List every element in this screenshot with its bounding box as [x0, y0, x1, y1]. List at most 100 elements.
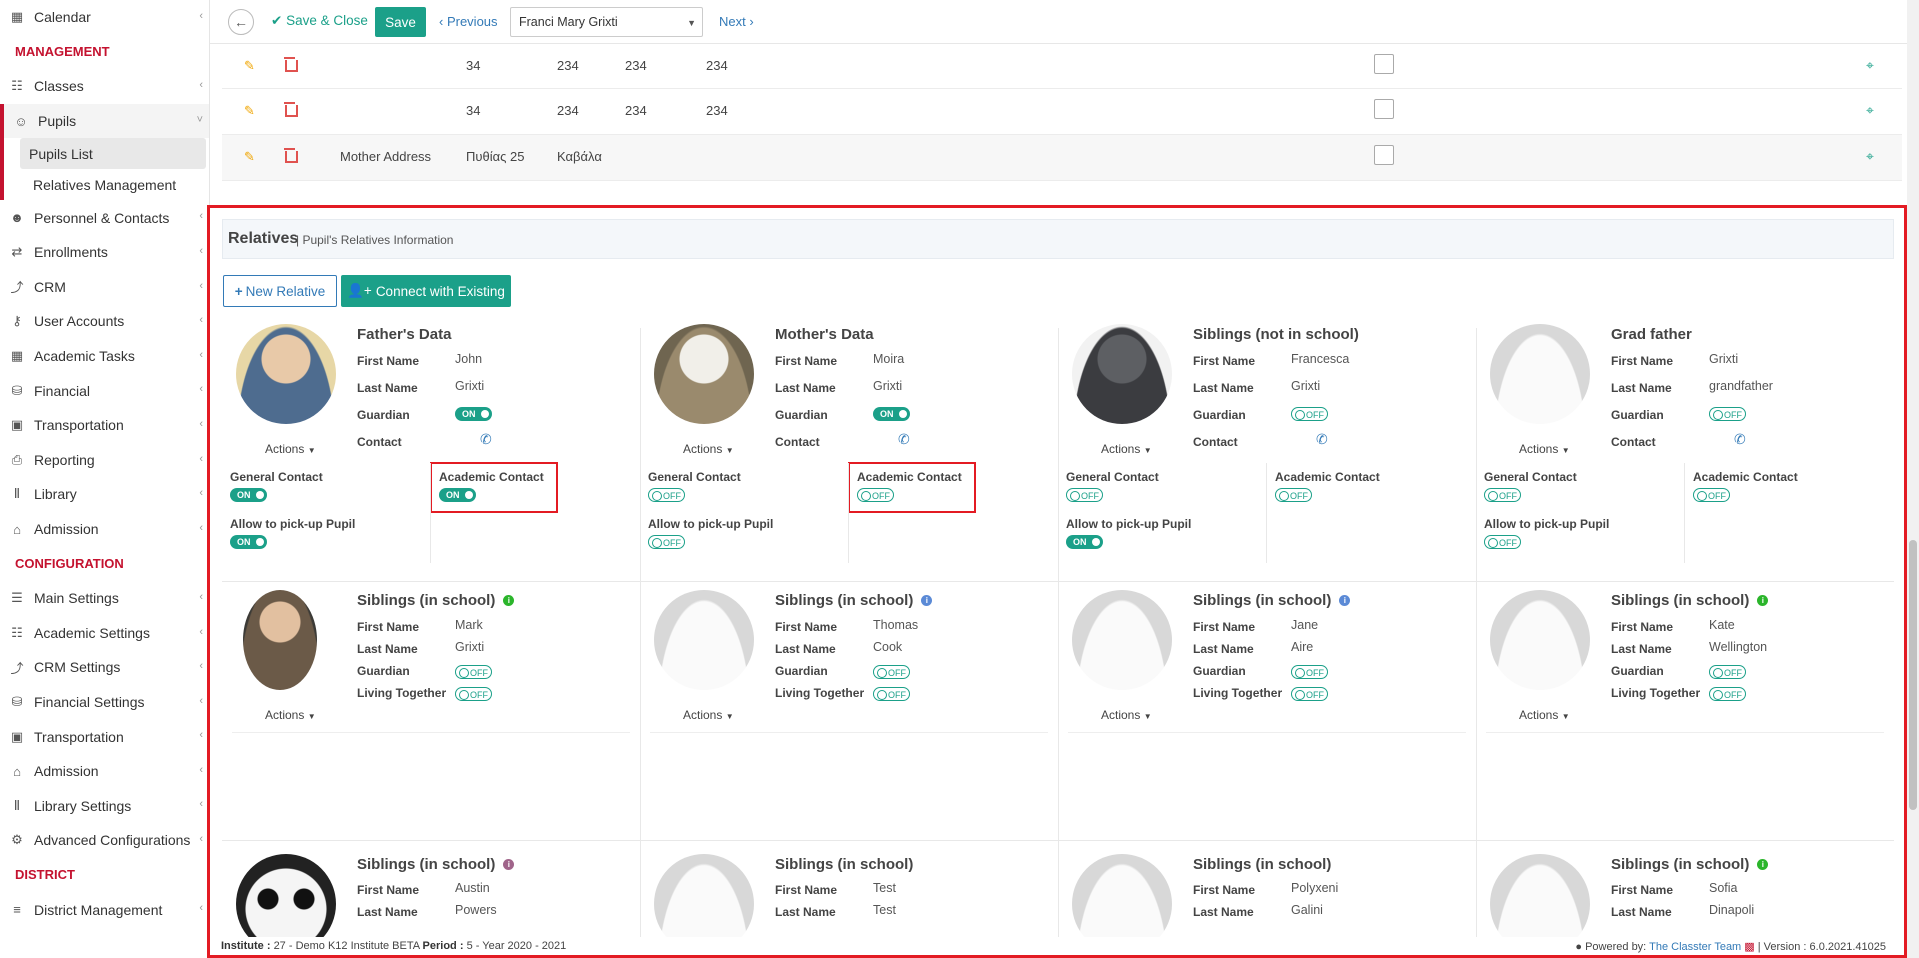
- guardian-toggle[interactable]: OFF: [1709, 407, 1746, 421]
- trash-icon[interactable]: [284, 57, 298, 72]
- vertical-scrollbar[interactable]: [1907, 0, 1919, 958]
- sidebar-item[interactable]: Ⅱ Library ‹: [0, 477, 209, 512]
- phone-icon[interactable]: ✆: [898, 431, 910, 448]
- scrollbar-thumb[interactable]: [1909, 540, 1917, 810]
- sidebar-item[interactable]: Ⅱ Library Settings ‹: [0, 788, 209, 823]
- sidebar-item[interactable]: ⌂ Admission ‹: [0, 512, 209, 547]
- guardian-toggle[interactable]: OFF: [1709, 665, 1746, 679]
- general-contact-toggle[interactable]: OFF: [1066, 488, 1103, 502]
- guardian-toggle[interactable]: OFF: [455, 665, 492, 679]
- general-contact-toggle[interactable]: OFF: [1484, 488, 1521, 502]
- actions-dropdown[interactable]: Actions ▼: [683, 442, 734, 456]
- sidebar-item-label: CRM: [34, 278, 66, 295]
- trash-icon[interactable]: [284, 148, 298, 163]
- sidebar-item[interactable]: ☻ Personnel & Contacts ‹: [0, 200, 209, 235]
- sidebar-item[interactable]: ⚙ Advanced Configurations ‹: [0, 823, 209, 858]
- general-contact-toggle[interactable]: ON: [230, 488, 267, 502]
- sidebar-item[interactable]: ⎙ Reporting ‹: [0, 443, 209, 478]
- sidebar-item[interactable]: ▣ Transportation ‹: [0, 408, 209, 443]
- swap-icon: ⇄: [11, 244, 23, 260]
- next-button[interactable]: Next ›: [719, 14, 754, 29]
- actions-dropdown[interactable]: Actions ▼: [683, 708, 734, 722]
- allow-pickup-toggle[interactable]: OFF: [1484, 535, 1521, 549]
- pencil-icon[interactable]: ✎: [244, 149, 255, 165]
- allow-pickup-toggle[interactable]: OFF: [648, 535, 685, 549]
- address-checkbox[interactable]: [1374, 145, 1394, 165]
- living-together-toggle[interactable]: OFF: [1709, 687, 1746, 701]
- avatar: [1072, 590, 1172, 690]
- sidebar-item[interactable]: ⤴ CRM Settings ‹: [0, 650, 209, 685]
- address-checkbox[interactable]: [1374, 99, 1394, 119]
- map-pin-icon[interactable]: ⌖: [1866, 148, 1882, 164]
- relatives-subtitle: | Pupil's Relatives Information: [296, 233, 454, 247]
- pencil-icon[interactable]: ✎: [244, 103, 255, 119]
- field-label: Last Name: [775, 642, 836, 656]
- general-contact-label: General Contact: [1484, 470, 1577, 484]
- save-close-button[interactable]: ✔ Save & Close: [271, 13, 368, 29]
- guardian-toggle[interactable]: ON: [455, 407, 492, 421]
- actions-dropdown[interactable]: Actions ▼: [1101, 442, 1152, 456]
- allow-pickup-toggle[interactable]: ON: [230, 535, 267, 549]
- field-value: Polyxeni: [1291, 881, 1339, 895]
- sidebar-item[interactable]: ⤴ CRM ‹: [0, 270, 209, 305]
- relative-card: Actions ▼ Mother's Data First Name Moira Las…: [640, 318, 1058, 566]
- actions-dropdown[interactable]: Actions ▼: [1519, 708, 1570, 722]
- field-value: Test: [873, 881, 896, 895]
- guardian-toggle[interactable]: OFF: [1291, 665, 1328, 679]
- living-together-toggle[interactable]: OFF: [873, 687, 910, 701]
- allow-pickup-label: Allow to pick-up Pupil: [648, 517, 774, 531]
- sidebar-subitem[interactable]: Relatives Management: [0, 169, 209, 201]
- new-relative-button[interactable]: + New Relative: [223, 275, 337, 307]
- phone-icon[interactable]: ✆: [480, 431, 492, 448]
- actions-dropdown[interactable]: Actions ▼: [265, 708, 316, 722]
- sidebar-item[interactable]: ⌂ Admission ‹: [0, 754, 209, 789]
- back-button[interactable]: ←: [228, 9, 254, 35]
- relative-card: Actions ▼ Siblings (not in school) First N…: [1058, 318, 1476, 566]
- sidebar-item[interactable]: ▦ Calendar ‹: [0, 0, 209, 35]
- field-label: Last Name: [1193, 905, 1254, 919]
- phone-icon[interactable]: ✆: [1316, 431, 1328, 448]
- chevron-left-icon: ‹: [199, 210, 203, 223]
- general-contact-toggle[interactable]: OFF: [648, 488, 685, 502]
- save-button[interactable]: Save: [375, 7, 426, 37]
- sidebar-item-label: Personnel & Contacts: [34, 209, 170, 226]
- sidebar-item[interactable]: ⇄ Enrollments ‹: [0, 235, 209, 270]
- trash-icon[interactable]: [284, 102, 298, 117]
- guardian-toggle[interactable]: ON: [873, 407, 910, 421]
- connect-existing-button[interactable]: 👤+ Connect with Existing: [341, 275, 511, 307]
- address-checkbox[interactable]: [1374, 54, 1394, 74]
- actions-dropdown[interactable]: Actions ▼: [265, 442, 316, 456]
- guardian-toggle[interactable]: OFF: [1291, 407, 1328, 421]
- field-value: Cook: [873, 640, 903, 654]
- sidebar-item[interactable]: ⛁ Financial ‹: [0, 373, 209, 408]
- living-together-toggle[interactable]: OFF: [1291, 687, 1328, 701]
- sidebar-item[interactable]: ☰ Main Settings ‹: [0, 581, 209, 616]
- sidebar-item[interactable]: ☷ Academic Settings ‹: [0, 616, 209, 651]
- classter-team-link[interactable]: The Classter Team: [1649, 941, 1741, 953]
- sidebar-subitem[interactable]: Pupils List: [0, 138, 206, 170]
- academic-contact-toggle[interactable]: OFF: [1693, 488, 1730, 502]
- living-together-toggle[interactable]: OFF: [455, 687, 492, 701]
- general-contact-label: General Contact: [1066, 470, 1159, 484]
- academic-contact-toggle[interactable]: OFF: [1275, 488, 1312, 502]
- field-label: Contact: [1193, 435, 1238, 449]
- pencil-icon[interactable]: ✎: [244, 58, 255, 74]
- actions-dropdown[interactable]: Actions ▼: [1101, 708, 1152, 722]
- sidebar-item[interactable]: ≡ District Management ‹: [0, 892, 209, 927]
- chevron-left-icon: ‹: [199, 417, 203, 430]
- pupil-select[interactable]: Franci Mary Grixti ▼: [510, 7, 703, 37]
- phone-icon[interactable]: ✆: [1734, 431, 1746, 448]
- sidebar-item[interactable]: ☺ Pupils ˅: [0, 103, 209, 139]
- previous-button[interactable]: ‹ Previous: [439, 14, 498, 29]
- field-value: Galini: [1291, 903, 1323, 917]
- sidebar-item[interactable]: ☷ Classes ‹: [0, 69, 209, 104]
- map-pin-icon[interactable]: ⌖: [1866, 102, 1882, 118]
- map-pin-icon[interactable]: ⌖: [1866, 57, 1882, 73]
- sidebar-item[interactable]: ⛁ Financial Settings ‹: [0, 685, 209, 720]
- actions-dropdown[interactable]: Actions ▼: [1519, 442, 1570, 456]
- allow-pickup-toggle[interactable]: ON: [1066, 535, 1103, 549]
- sidebar-item[interactable]: ▣ Transportation ‹: [0, 719, 209, 754]
- sidebar-item[interactable]: ⚷ User Accounts ‹: [0, 304, 209, 339]
- guardian-toggle[interactable]: OFF: [873, 665, 910, 679]
- sidebar-item[interactable]: ▦ Academic Tasks ‹: [0, 339, 209, 374]
